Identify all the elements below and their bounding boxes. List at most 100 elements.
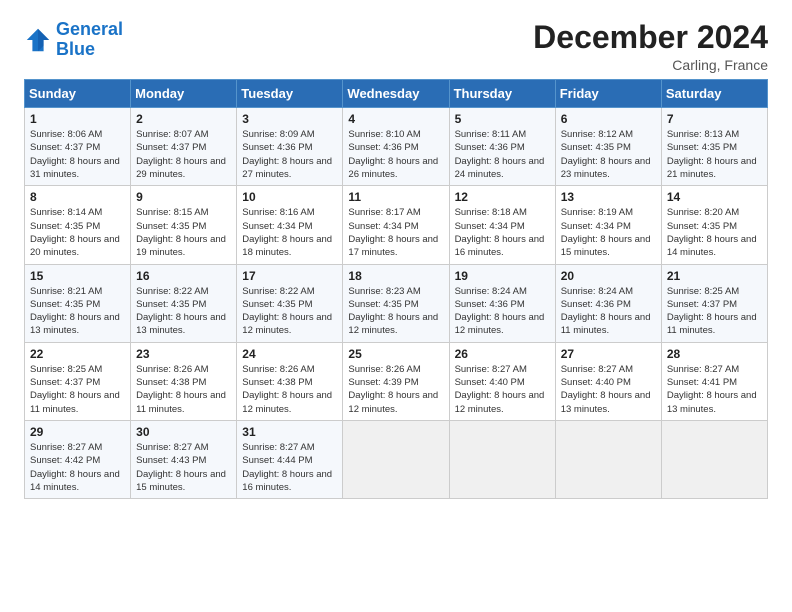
day-info: Sunrise: 8:06 AMSunset: 4:37 PMDaylight:… bbox=[30, 128, 125, 181]
table-row bbox=[661, 420, 767, 498]
table-row: 9Sunrise: 8:15 AMSunset: 4:35 PMDaylight… bbox=[131, 186, 237, 264]
logo-line2: Blue bbox=[56, 39, 95, 59]
table-row: 13 Sunrise: 8:19 AMSunset: 4:34 PMDayligh… bbox=[555, 186, 661, 264]
day-info: Sunrise: 8:26 AMSunset: 4:38 PMDaylight:… bbox=[242, 363, 337, 416]
logo-icon bbox=[24, 26, 52, 54]
col-sunday: Sunday bbox=[25, 80, 131, 108]
day-info: Sunrise: 8:13 AMSunset: 4:35 PMDaylight:… bbox=[667, 128, 762, 181]
calendar-header-row: Sunday Monday Tuesday Wednesday Thursday… bbox=[25, 80, 768, 108]
calendar-week-row: 8 Sunrise: 8:14 AMSunset: 4:35 PMDaylight… bbox=[25, 186, 768, 264]
day-number: 16 bbox=[136, 269, 231, 283]
day-number: 6 bbox=[561, 112, 656, 126]
day-info: Sunrise: 8:21 AMSunset: 4:35 PMDaylight:… bbox=[30, 285, 125, 338]
day-info: Sunrise: 8:11 AMSunset: 4:36 PMDaylight:… bbox=[455, 128, 550, 181]
table-row: 19Sunrise: 8:24 AMSunset: 4:36 PMDayligh… bbox=[449, 264, 555, 342]
col-saturday: Saturday bbox=[661, 80, 767, 108]
day-number: 12 bbox=[455, 190, 550, 204]
table-row: 31Sunrise: 8:27 AMSunset: 4:44 PMDayligh… bbox=[237, 420, 343, 498]
table-row: 29Sunrise: 8:27 AMSunset: 4:42 PMDayligh… bbox=[25, 420, 131, 498]
day-number: 18 bbox=[348, 269, 443, 283]
month-title: December 2024 bbox=[533, 20, 768, 55]
col-thursday: Thursday bbox=[449, 80, 555, 108]
day-number: 20 bbox=[561, 269, 656, 283]
day-number: 23 bbox=[136, 347, 231, 361]
logo: General Blue bbox=[24, 20, 123, 60]
day-info: Sunrise: 8:25 AMSunset: 4:37 PMDaylight:… bbox=[667, 285, 762, 338]
day-number: 17 bbox=[242, 269, 337, 283]
table-row bbox=[343, 420, 449, 498]
table-row: 25 Sunrise: 8:26 AMSunset: 4:39 PMDayligh… bbox=[343, 342, 449, 420]
day-info: Sunrise: 8:22 AMSunset: 4:35 PMDaylight:… bbox=[242, 285, 337, 338]
logo-text: General Blue bbox=[56, 20, 123, 60]
table-row: 5 Sunrise: 8:11 AMSunset: 4:36 PMDaylight… bbox=[449, 108, 555, 186]
day-info: Sunrise: 8:25 AMSunset: 4:37 PMDaylight:… bbox=[30, 363, 125, 416]
table-row: 8 Sunrise: 8:14 AMSunset: 4:35 PMDaylight… bbox=[25, 186, 131, 264]
day-info: Sunrise: 8:14 AMSunset: 4:35 PMDaylight:… bbox=[30, 206, 125, 259]
table-row bbox=[555, 420, 661, 498]
day-number: 26 bbox=[455, 347, 550, 361]
day-number: 24 bbox=[242, 347, 337, 361]
day-info: Sunrise: 8:27 AMSunset: 4:41 PMDaylight:… bbox=[667, 363, 762, 416]
table-row bbox=[449, 420, 555, 498]
day-info: Sunrise: 8:20 AMSunset: 4:35 PMDaylight:… bbox=[667, 206, 762, 259]
table-row: 17 Sunrise: 8:22 AMSunset: 4:35 PMDayligh… bbox=[237, 264, 343, 342]
day-info: Sunrise: 8:26 AMSunset: 4:38 PMDaylight:… bbox=[136, 363, 231, 416]
day-info: Sunrise: 8:27 AMSunset: 4:43 PMDaylight:… bbox=[136, 441, 231, 494]
table-row: 16 Sunrise: 8:22 AMSunset: 4:35 PMDayligh… bbox=[131, 264, 237, 342]
col-friday: Friday bbox=[555, 80, 661, 108]
logo-line1: General bbox=[56, 19, 123, 39]
day-number: 5 bbox=[455, 112, 550, 126]
table-row: 27 Sunrise: 8:27 AMSunset: 4:40 PMDayligh… bbox=[555, 342, 661, 420]
day-info: Sunrise: 8:27 AMSunset: 4:40 PMDaylight:… bbox=[561, 363, 656, 416]
day-info: Sunrise: 8:27 AMSunset: 4:42 PMDaylight:… bbox=[30, 441, 125, 494]
day-number: 14 bbox=[667, 190, 762, 204]
table-row: 14 Sunrise: 8:20 AMSunset: 4:35 PMDayligh… bbox=[661, 186, 767, 264]
day-info: Sunrise: 8:27 AMSunset: 4:44 PMDaylight:… bbox=[242, 441, 337, 494]
table-row: 22 Sunrise: 8:25 AMSunset: 4:37 PMDayligh… bbox=[25, 342, 131, 420]
day-info: Sunrise: 8:10 AMSunset: 4:36 PMDaylight:… bbox=[348, 128, 443, 181]
day-number: 9 bbox=[136, 190, 231, 204]
table-row: 23 Sunrise: 8:26 AMSunset: 4:38 PMDayligh… bbox=[131, 342, 237, 420]
day-info: Sunrise: 8:24 AMSunset: 4:36 PMDaylight:… bbox=[561, 285, 656, 338]
day-number: 21 bbox=[667, 269, 762, 283]
table-row: 6 Sunrise: 8:12 AMSunset: 4:35 PMDaylight… bbox=[555, 108, 661, 186]
day-info: Sunrise: 8:19 AMSunset: 4:34 PMDaylight:… bbox=[561, 206, 656, 259]
day-number: 25 bbox=[348, 347, 443, 361]
day-info: Sunrise: 8:09 AMSunset: 4:36 PMDaylight:… bbox=[242, 128, 337, 181]
day-number: 27 bbox=[561, 347, 656, 361]
calendar-week-row: 29Sunrise: 8:27 AMSunset: 4:42 PMDayligh… bbox=[25, 420, 768, 498]
day-info: Sunrise: 8:24 AMSunset: 4:36 PMDaylight:… bbox=[455, 285, 550, 338]
table-row: 24 Sunrise: 8:26 AMSunset: 4:38 PMDayligh… bbox=[237, 342, 343, 420]
day-number: 2 bbox=[136, 112, 231, 126]
title-block: December 2024 Carling, France bbox=[533, 20, 768, 73]
table-row: 26Sunrise: 8:27 AMSunset: 4:40 PMDayligh… bbox=[449, 342, 555, 420]
table-row: 7Sunrise: 8:13 AMSunset: 4:35 PMDaylight… bbox=[661, 108, 767, 186]
day-info: Sunrise: 8:07 AMSunset: 4:37 PMDaylight:… bbox=[136, 128, 231, 181]
day-info: Sunrise: 8:22 AMSunset: 4:35 PMDaylight:… bbox=[136, 285, 231, 338]
day-number: 28 bbox=[667, 347, 762, 361]
table-row: 3 Sunrise: 8:09 AMSunset: 4:36 PMDaylight… bbox=[237, 108, 343, 186]
day-number: 1 bbox=[30, 112, 125, 126]
day-info: Sunrise: 8:12 AMSunset: 4:35 PMDaylight:… bbox=[561, 128, 656, 181]
day-number: 8 bbox=[30, 190, 125, 204]
calendar-table: Sunday Monday Tuesday Wednesday Thursday… bbox=[24, 79, 768, 499]
day-info: Sunrise: 8:26 AMSunset: 4:39 PMDaylight:… bbox=[348, 363, 443, 416]
table-row: 1 Sunrise: 8:06 AMSunset: 4:37 PMDaylight… bbox=[25, 108, 131, 186]
day-number: 3 bbox=[242, 112, 337, 126]
table-row: 4Sunrise: 8:10 AMSunset: 4:36 PMDaylight… bbox=[343, 108, 449, 186]
col-monday: Monday bbox=[131, 80, 237, 108]
day-number: 30 bbox=[136, 425, 231, 439]
table-row: 18Sunrise: 8:23 AMSunset: 4:35 PMDayligh… bbox=[343, 264, 449, 342]
day-info: Sunrise: 8:18 AMSunset: 4:34 PMDaylight:… bbox=[455, 206, 550, 259]
calendar-week-row: 1 Sunrise: 8:06 AMSunset: 4:37 PMDaylight… bbox=[25, 108, 768, 186]
table-row: 10Sunrise: 8:16 AMSunset: 4:34 PMDayligh… bbox=[237, 186, 343, 264]
day-info: Sunrise: 8:16 AMSunset: 4:34 PMDaylight:… bbox=[242, 206, 337, 259]
table-row: 15 Sunrise: 8:21 AMSunset: 4:35 PMDayligh… bbox=[25, 264, 131, 342]
day-number: 22 bbox=[30, 347, 125, 361]
day-number: 15 bbox=[30, 269, 125, 283]
table-row: 28 Sunrise: 8:27 AMSunset: 4:41 PMDayligh… bbox=[661, 342, 767, 420]
table-row: 20 Sunrise: 8:24 AMSunset: 4:36 PMDayligh… bbox=[555, 264, 661, 342]
page-header: General Blue December 2024 Carling, Fran… bbox=[24, 20, 768, 73]
day-number: 13 bbox=[561, 190, 656, 204]
table-row: 12 Sunrise: 8:18 AMSunset: 4:34 PMDayligh… bbox=[449, 186, 555, 264]
